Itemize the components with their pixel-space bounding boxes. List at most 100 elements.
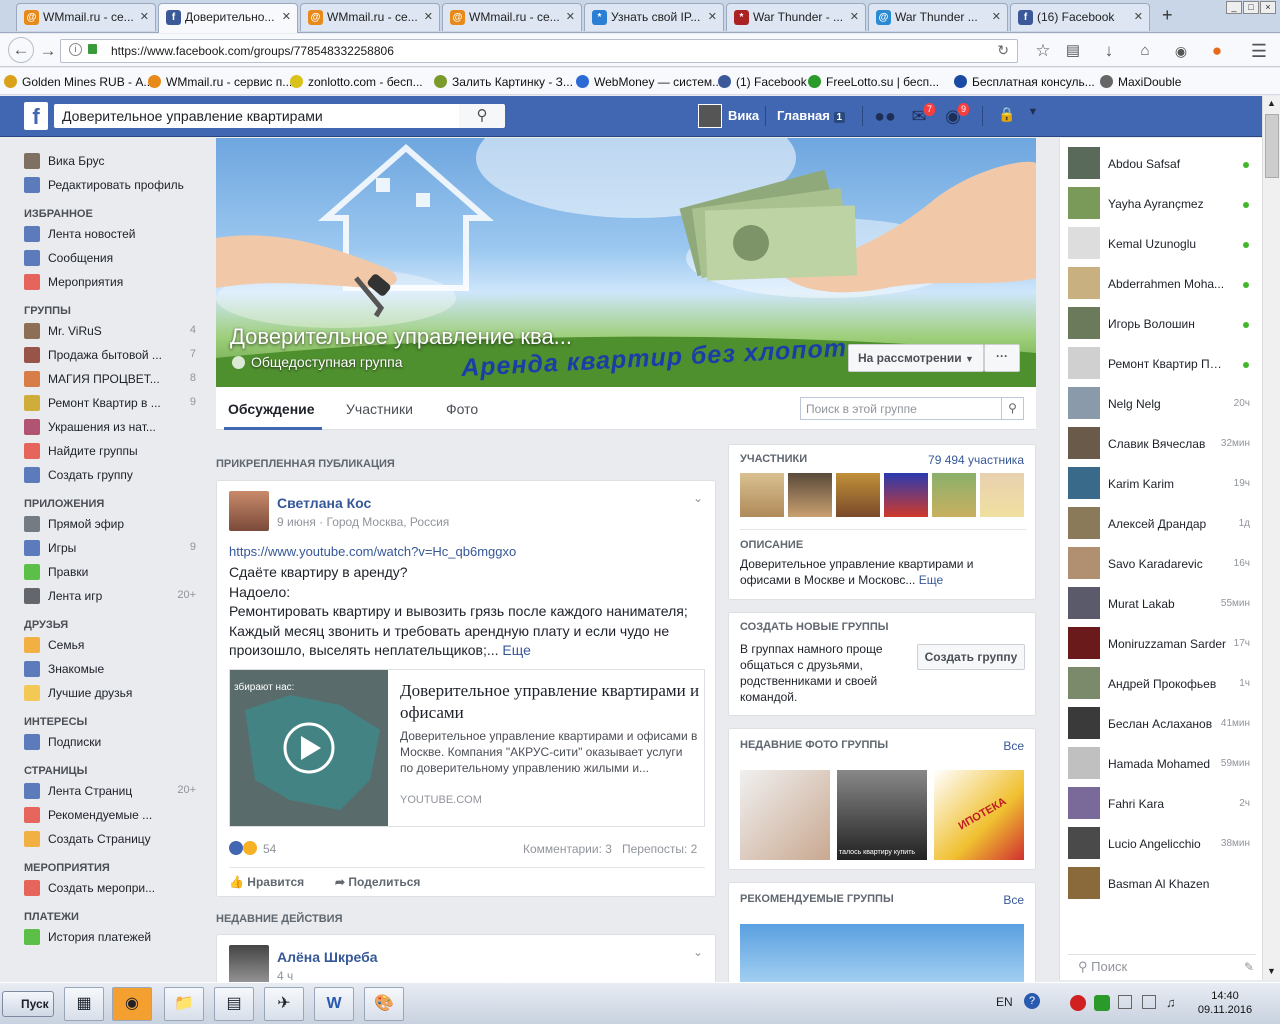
browser-tab[interactable]: f (16) Facebook ✕ (1010, 3, 1150, 31)
group-photo[interactable]: ИПОТЕКА (934, 770, 1024, 860)
tab-photos[interactable]: Фото (446, 401, 478, 417)
chat-contact[interactable]: Kemal Uzunoglu (1068, 227, 1258, 261)
help-icon[interactable]: ? (1024, 993, 1040, 1009)
bookmark-item[interactable]: WebMoney — систем... (576, 75, 722, 89)
chat-search-input[interactable]: ⚲ Поиск ✎ (1068, 954, 1256, 978)
system-clock[interactable]: 14:40 09.11.2016 (1195, 989, 1255, 1017)
preview-title[interactable]: Доверительное управление квартирами и оф… (400, 680, 700, 724)
avatar[interactable] (229, 491, 269, 531)
bookmark-item[interactable]: WMmail.ru - сервис п... (148, 75, 292, 89)
close-tab-icon[interactable]: ✕ (992, 10, 1001, 23)
folder-icon[interactable]: 📁 (164, 987, 204, 1021)
language-indicator[interactable]: EN (996, 995, 1013, 1009)
browser-tab[interactable]: f Доверительно... ✕ (158, 3, 298, 33)
close-tab-icon[interactable]: ✕ (424, 10, 433, 23)
sidebar-item[interactable]: Правки (24, 564, 200, 582)
like-button[interactable]: 👍 Нравится (229, 875, 304, 889)
tray-network-icon[interactable] (1118, 995, 1132, 1009)
chat-contact[interactable]: Abdou Safsaf (1068, 147, 1258, 181)
back-button[interactable]: ← (8, 37, 34, 63)
member-avatar[interactable] (788, 473, 832, 517)
chat-contact[interactable]: Славик Вячеслав 32мин (1068, 427, 1258, 461)
privacy-lock-icon[interactable]: 🔒 (996, 106, 1018, 128)
tray-antivirus-icon[interactable] (1070, 995, 1086, 1011)
chat-contact[interactable]: Fahri Kara 2ч (1068, 787, 1258, 821)
notepad-icon[interactable]: ▤ (214, 987, 254, 1021)
bookmark-item[interactable]: FreeLotto.su | бесп... (808, 75, 939, 89)
sidebar-item[interactable]: Создать Страницу (24, 831, 200, 849)
member-avatar[interactable] (884, 473, 928, 517)
tray-display-icon[interactable] (1142, 995, 1156, 1009)
recommended-all-link[interactable]: Все (1003, 893, 1024, 907)
airplane-icon[interactable]: ✈ (264, 987, 304, 1021)
search-icon[interactable]: ⚲ (459, 104, 505, 128)
sidebar-item[interactable]: Лента Страниц 20+ (24, 783, 200, 801)
close-tab-icon[interactable]: ✕ (850, 10, 859, 23)
forward-button[interactable]: → (37, 40, 59, 62)
chat-contact[interactable]: Yayha Ayrançmez (1068, 187, 1258, 221)
close-tab-icon[interactable]: ✕ (566, 10, 575, 23)
download-icon[interactable]: ↓ (1098, 40, 1120, 62)
link-preview[interactable]: збирают нас: Доверительное управление кв… (229, 669, 705, 827)
close-tab-icon[interactable]: ✕ (1134, 10, 1143, 23)
chat-contact[interactable]: Moniruzzaman Sarder 17ч (1068, 627, 1258, 661)
video-thumbnail[interactable]: збирают нас: (230, 670, 388, 826)
sidebar-item[interactable]: Редактировать профиль (24, 177, 200, 195)
pocket-icon[interactable]: ◉ (1170, 40, 1192, 62)
tab-members[interactable]: Участники (346, 401, 413, 417)
group-title[interactable]: Доверительное управление ква... (230, 324, 572, 350)
scroll-up-arrow-icon[interactable]: ▲ (1267, 98, 1276, 108)
chat-contact[interactable]: Hamada Mohamed 59мин (1068, 747, 1258, 781)
shares-count[interactable]: Перепосты: 2 (622, 842, 697, 856)
sidebar-item[interactable]: Лента новостей (24, 226, 200, 244)
bookmark-item[interactable]: MaxiDouble (1100, 75, 1181, 89)
start-button[interactable]: Пуск (2, 991, 54, 1017)
post-author[interactable]: Светлана Кос (277, 495, 371, 511)
member-avatar[interactable] (740, 473, 784, 517)
home-icon[interactable]: ⌂ (1134, 40, 1156, 62)
chat-contact[interactable]: Basman Al Khazen (1068, 867, 1258, 901)
messages-icon[interactable]: ✉ 7 (908, 102, 936, 128)
sidebar-item[interactable]: Знакомые (24, 661, 200, 679)
word-icon[interactable]: W (314, 987, 354, 1021)
browser-tab[interactable]: * Узнать свой IP... ✕ (584, 3, 724, 31)
member-avatar[interactable] (836, 473, 880, 517)
chat-contact[interactable]: Андрей Прокофьев 1ч (1068, 667, 1258, 701)
extension-icon[interactable]: ● (1206, 40, 1228, 62)
sidebar-item[interactable]: Прямой эфир (24, 516, 200, 534)
sidebar-item[interactable]: МАГИЯ ПРОЦВЕТ... 8 (24, 371, 200, 389)
member-avatar[interactable] (932, 473, 976, 517)
sidebar-item[interactable]: Мероприятия (24, 274, 200, 292)
chat-contact[interactable]: Savo Karadarevic 16ч (1068, 547, 1258, 581)
facebook-logo-icon[interactable]: f (24, 102, 48, 130)
sidebar-item[interactable]: Создать меропри... (24, 880, 200, 898)
sidebar-item[interactable]: Mr. ViRuS 4 (24, 323, 200, 341)
new-tab-button[interactable]: + (1162, 5, 1173, 26)
sidebar-item[interactable]: Украшения из нат... (24, 419, 200, 437)
sidebar-item[interactable]: Продажа бытовой ... 7 (24, 347, 200, 365)
bookmark-item[interactable]: (1) Facebook (718, 75, 807, 89)
post-options-chevron-icon[interactable]: ⌄ (693, 945, 703, 959)
sidebar-item[interactable]: Ремонт Квартир в ... 9 (24, 395, 200, 413)
chat-contact[interactable]: Беслан Аслаханов 41мин (1068, 707, 1258, 741)
post-link[interactable]: https://www.youtube.com/watch?v=Hc_qb6mg… (229, 544, 516, 559)
scroll-thumb[interactable] (1265, 114, 1279, 178)
bookmark-item[interactable]: Бесплатная консуль... (954, 75, 1095, 89)
reload-icon[interactable]: ↻ (997, 42, 1009, 59)
sidebar-item[interactable]: История платежей (24, 929, 200, 947)
page-scrollbar[interactable]: ▲ ▼ (1262, 96, 1280, 980)
pending-membership-button[interactable]: На рассмотрении ▼ (848, 344, 984, 372)
bookmark-star-icon[interactable]: ☆ (1032, 40, 1054, 62)
haha-reaction-icon[interactable] (243, 841, 257, 855)
see-more-link[interactable]: Еще (502, 642, 531, 658)
sidebar-item[interactable]: Лента игр 20+ (24, 588, 200, 606)
chat-contact[interactable]: Murat Lakab 55мин (1068, 587, 1258, 621)
home-link[interactable]: Главная 1 (777, 108, 846, 123)
facebook-search-input[interactable]: Доверительное управление квартирами (54, 104, 459, 128)
like-reaction-icon[interactable] (229, 841, 243, 855)
group-search-input[interactable]: Поиск в этой группе ⚲ (800, 397, 1024, 420)
info-icon[interactable]: i (69, 43, 82, 56)
scroll-down-arrow-icon[interactable]: ▼ (1267, 966, 1276, 976)
volume-icon[interactable]: ♫ (1166, 995, 1180, 1010)
compose-icon[interactable]: ✎ (1244, 960, 1254, 974)
